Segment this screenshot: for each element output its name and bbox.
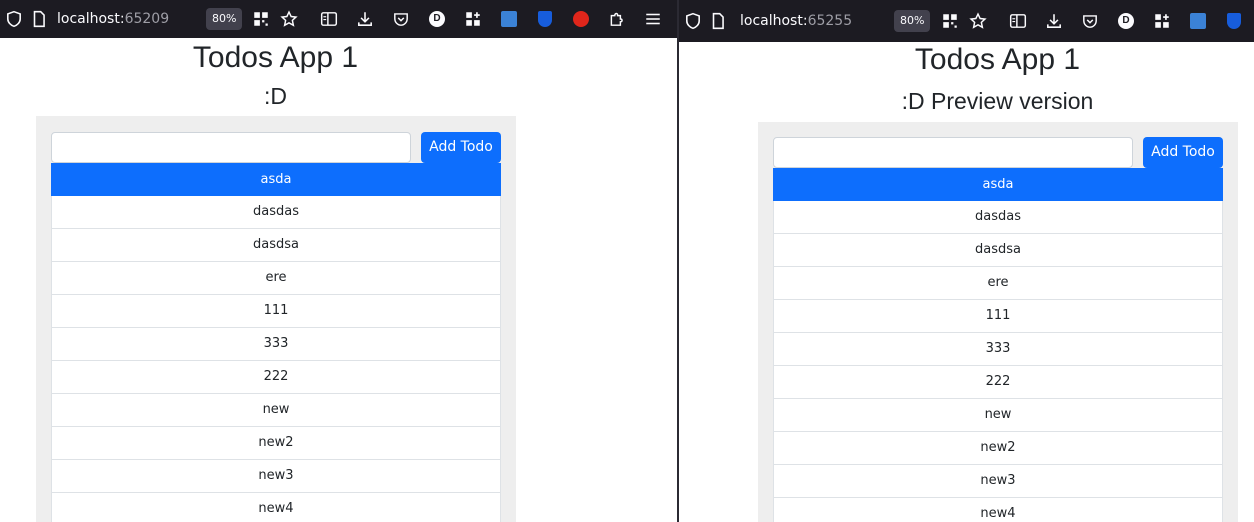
url-bar[interactable]: localhost:65209: [57, 11, 169, 27]
browser-toolbar: localhost:65209 80% D: [0, 0, 677, 38]
left-browser-window: localhost:65209 80% D Todos App 1:D Add…: [0, 0, 677, 522]
todo-item[interactable]: new3: [773, 465, 1223, 498]
url-port: 65209: [124, 11, 170, 27]
todo-item[interactable]: 222: [51, 361, 501, 394]
extensions-grid-icon[interactable]: [1151, 10, 1173, 32]
shield-icon[interactable]: [3, 8, 25, 30]
stop-hand-icon[interactable]: [570, 8, 592, 30]
browser-toolbar: localhost:65255 80% D: [679, 0, 1254, 42]
page-content: Todos App 1 :D Add Todo asda dasdas dasdsa…: [0, 38, 677, 522]
page-subtitle: :D Preview version: [901, 88, 1094, 114]
todo-item[interactable]: 111: [773, 300, 1223, 333]
todo-item[interactable]: ere: [51, 262, 501, 295]
todo-item[interactable]: new: [51, 394, 501, 427]
add-todo-button[interactable]: Add Todo: [421, 132, 501, 163]
translate-icon[interactable]: [498, 8, 520, 30]
duckduckgo-icon[interactable]: D: [1115, 10, 1137, 32]
todo-item[interactable]: 333: [51, 328, 501, 361]
shield-icon[interactable]: [682, 10, 704, 32]
zoom-level-button[interactable]: 80%: [206, 8, 243, 30]
reader-view-icon[interactable]: [318, 8, 340, 30]
pocket-icon[interactable]: [1079, 10, 1101, 32]
translate-icon[interactable]: [1187, 10, 1209, 32]
right-browser-window: localhost:65255 80% D Todos App 1 :D Pre…: [679, 0, 1254, 522]
pocket-icon[interactable]: [390, 8, 412, 30]
download-icon[interactable]: [354, 8, 376, 30]
todo-item[interactable]: asda: [51, 163, 501, 196]
download-icon[interactable]: [1043, 10, 1065, 32]
url-bar[interactable]: localhost:65255: [740, 13, 852, 29]
reader-view-icon[interactable]: [1007, 10, 1029, 32]
todo-item[interactable]: new3: [51, 460, 501, 493]
todo-item[interactable]: new: [773, 399, 1223, 432]
todo-list: asda dasdas dasdsa ere 111 333 222 new new2 new3 n…: [773, 168, 1223, 522]
puzzle-icon[interactable]: [606, 8, 628, 30]
bookmark-star-icon[interactable]: [278, 8, 300, 30]
page-subtitle: :D: [264, 83, 287, 109]
todo-item[interactable]: new2: [51, 427, 501, 460]
url-port: 65255: [807, 13, 853, 29]
bookmark-star-icon[interactable]: [967, 10, 989, 32]
todo-item[interactable]: asda: [773, 168, 1223, 201]
todo-item[interactable]: dasdsa: [773, 234, 1223, 267]
todo-item[interactable]: 333: [773, 333, 1223, 366]
todo-panel: Add Todo asda dasdas dasdsa ere 111 333 222 new…: [758, 122, 1238, 522]
todo-input[interactable]: [51, 132, 411, 163]
todo-item[interactable]: new2: [773, 432, 1223, 465]
todo-item[interactable]: dasdsa: [51, 229, 501, 262]
todo-item[interactable]: ere: [773, 267, 1223, 300]
todo-item[interactable]: dasdas: [51, 196, 501, 229]
page-icon[interactable]: [28, 8, 50, 30]
qr-code-icon[interactable]: [250, 8, 272, 30]
todo-item[interactable]: 111: [51, 295, 501, 328]
page-title: Todos App 1: [914, 43, 1081, 76]
todo-item[interactable]: new4: [773, 498, 1223, 522]
url-host: localhost:: [57, 11, 125, 27]
extensions-grid-icon[interactable]: [462, 8, 484, 30]
page-icon[interactable]: [707, 10, 729, 32]
bitwarden-icon[interactable]: [534, 8, 556, 30]
todo-item[interactable]: new4: [51, 493, 501, 522]
todo-panel: Add Todo asda dasdas dasdsa ere 111 333 222 new…: [36, 116, 516, 522]
todo-item[interactable]: 222: [773, 366, 1223, 399]
todo-list: asda dasdas dasdsa ere 111 333 222 new new2 new3 n…: [51, 163, 501, 522]
qr-code-icon[interactable]: [939, 10, 961, 32]
add-todo-button[interactable]: Add Todo: [1143, 137, 1223, 168]
page-content: Todos App 1 :D Preview version Add Todo …: [679, 42, 1254, 522]
zoom-level-button[interactable]: 80%: [894, 10, 931, 32]
url-host: localhost:: [740, 13, 808, 29]
menu-icon[interactable]: [642, 8, 664, 30]
todo-item[interactable]: dasdas: [773, 201, 1223, 234]
bitwarden-icon[interactable]: [1223, 10, 1245, 32]
todo-input[interactable]: [773, 137, 1133, 168]
page-title: Todos App 1: [192, 41, 359, 74]
duckduckgo-icon[interactable]: D: [426, 8, 448, 30]
